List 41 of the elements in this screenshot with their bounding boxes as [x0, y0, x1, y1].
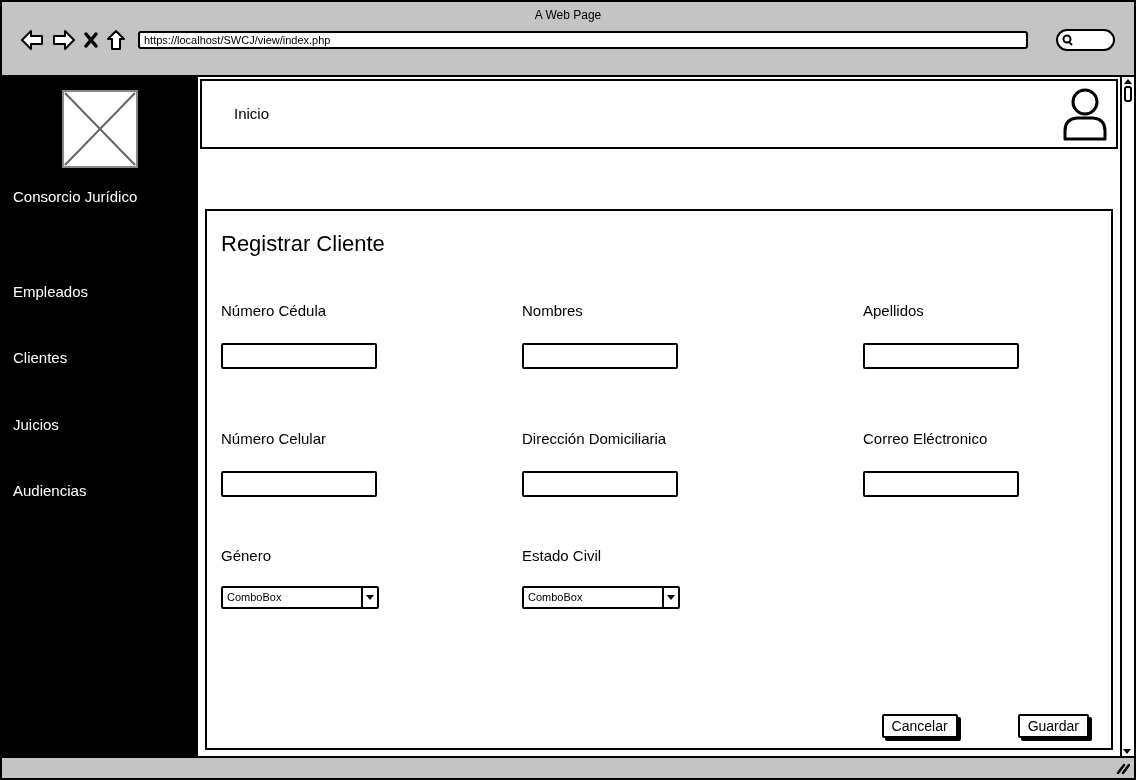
close-icon[interactable]: [84, 32, 98, 48]
input-field[interactable]: [522, 470, 678, 497]
input-field[interactable]: [221, 342, 377, 369]
input-field[interactable]: [522, 342, 678, 369]
form-title: Registrar Cliente: [220, 230, 385, 258]
save-button[interactable]: Guardar: [1017, 714, 1089, 738]
caret-icon: [667, 594, 675, 600]
page-title: Inicio: [234, 103, 270, 124]
field-label: Estado Civil: [522, 546, 602, 566]
field-label: Nombres: [522, 301, 583, 321]
address-bar[interactable]: https://localhost/SWCJ/view/index.php: [138, 31, 1028, 49]
window-title: A Web Page: [534, 7, 602, 24]
nav-item[interactable]: Juicios: [13, 413, 59, 436]
input-field[interactable]: [863, 470, 1019, 497]
home-icon[interactable]: [106, 29, 126, 51]
brand-name: Consorcio Jurídico: [12, 187, 138, 207]
cancel-button[interactable]: Cancelar: [881, 714, 958, 738]
back-icon[interactable]: [20, 29, 44, 51]
search-icon[interactable]: [1056, 28, 1116, 52]
input-field[interactable]: [863, 342, 1019, 369]
field-label: Correo Eléctronico: [863, 429, 988, 449]
scroll-up-icon[interactable]: [1123, 78, 1133, 84]
field-label: Apellidos: [863, 301, 924, 321]
nav-item[interactable]: Empleados: [13, 280, 89, 303]
caret-icon: [366, 594, 374, 600]
nav-item[interactable]: Audiencias: [13, 480, 87, 503]
field-label: Número Celular: [221, 429, 327, 449]
scroll-thumb[interactable]: [1124, 86, 1132, 102]
logo-placeholder-icon: [62, 90, 138, 168]
resize-grip-icon[interactable]: [1116, 762, 1130, 774]
field-label: Género: [221, 546, 272, 566]
scrollbar[interactable]: [1120, 77, 1134, 756]
combo-box[interactable]: ComboBox: [522, 585, 680, 609]
field-label: Número Cédula: [221, 301, 327, 321]
user-icon[interactable]: [1062, 87, 1108, 141]
combo-box[interactable]: ComboBox: [221, 585, 379, 609]
nav-item[interactable]: Clientes: [13, 347, 68, 370]
input-field[interactable]: [221, 470, 377, 497]
field-label: Dirección Domiciliaria: [522, 429, 667, 449]
scroll-down-icon[interactable]: [1122, 748, 1132, 756]
forward-icon[interactable]: [52, 29, 76, 51]
